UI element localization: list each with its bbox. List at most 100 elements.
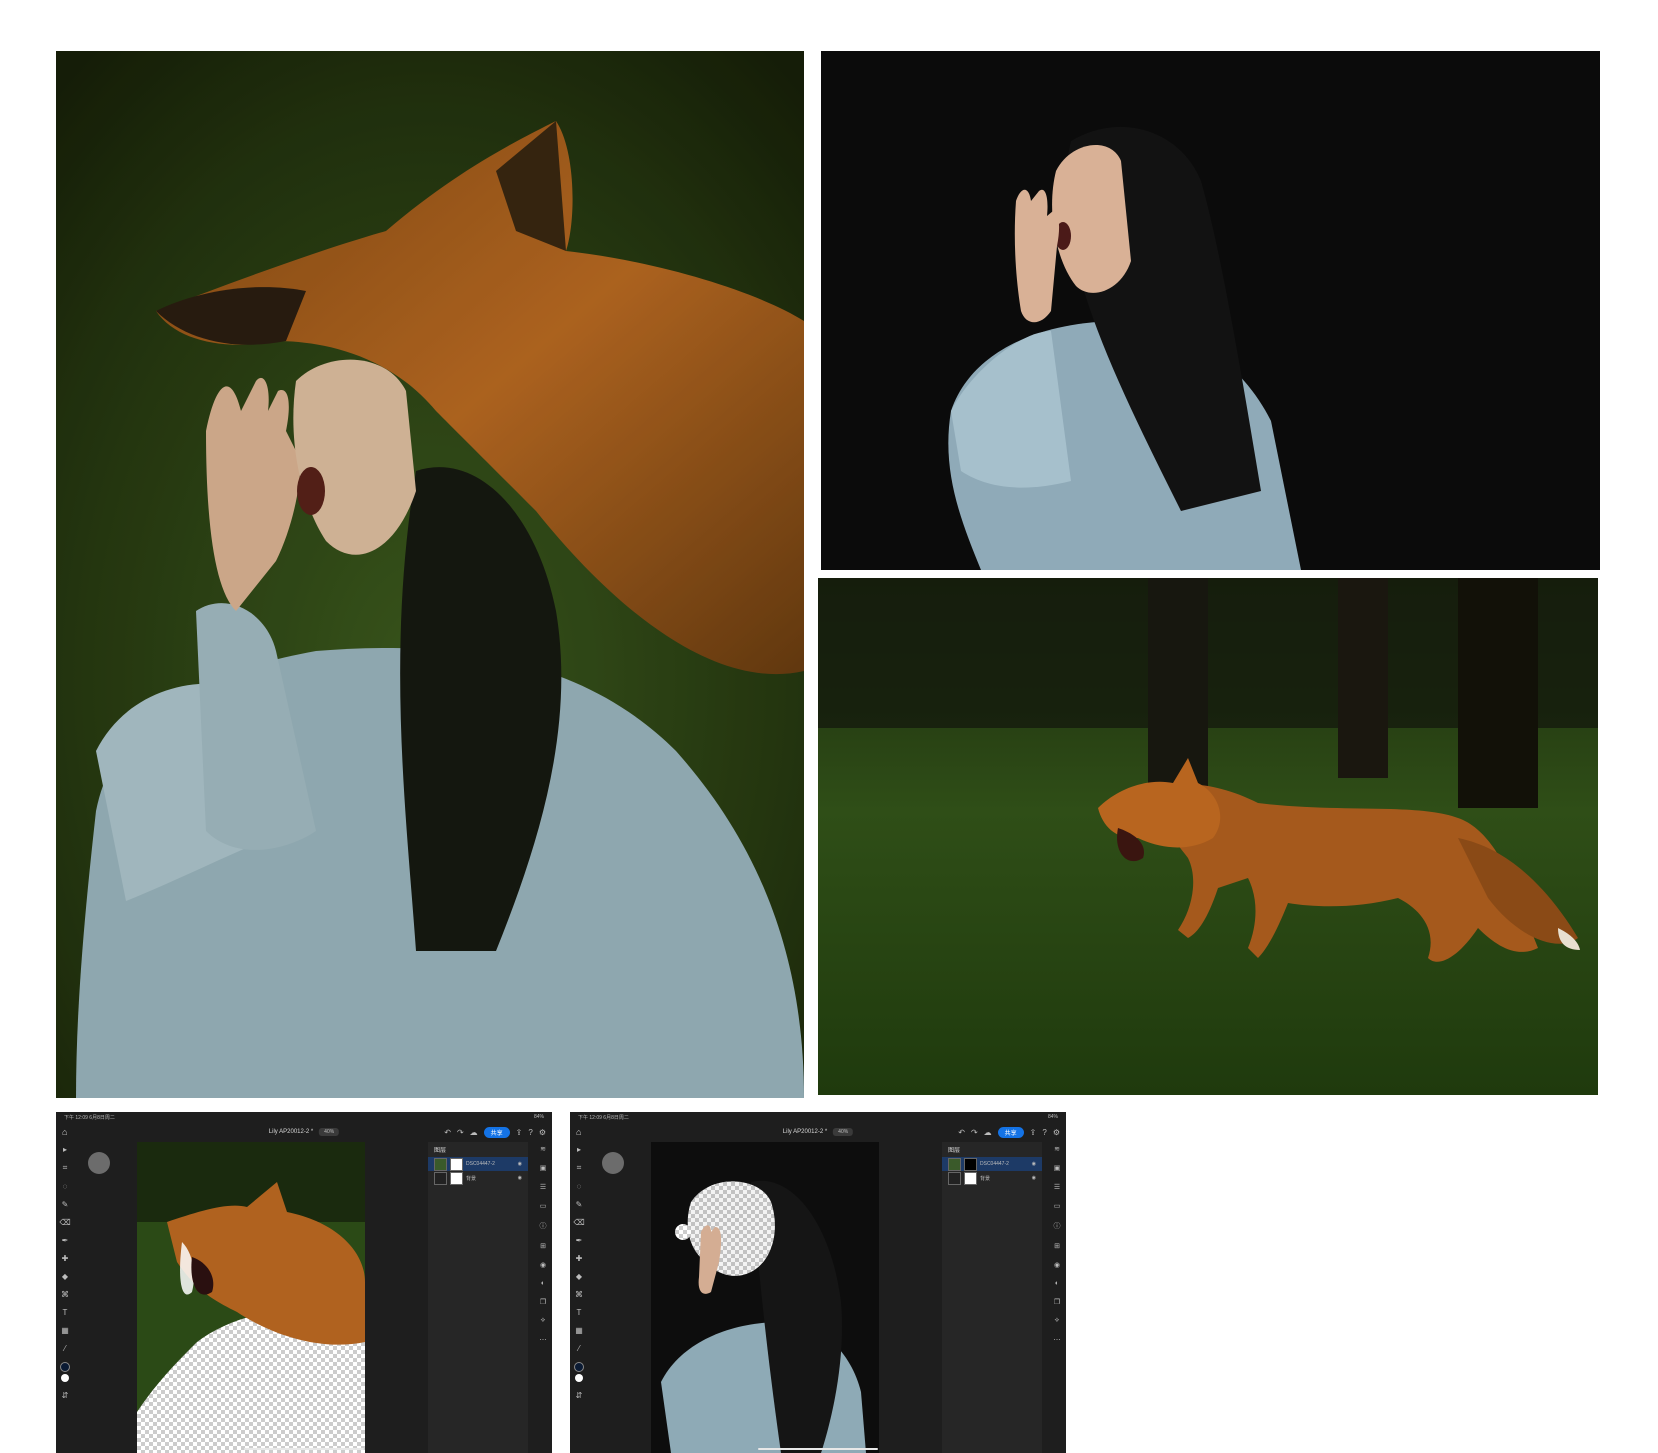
layer-mask-thumbnail: [964, 1171, 977, 1185]
status-date: 6月8日周二: [89, 1114, 115, 1121]
help-icon[interactable]: ?: [1042, 1128, 1046, 1137]
crop-tool-icon[interactable]: ⌘: [575, 1290, 583, 1299]
type-tool-icon[interactable]: T: [577, 1308, 582, 1317]
canvas[interactable]: [651, 1142, 879, 1453]
canvas[interactable]: [137, 1142, 365, 1453]
visibility-icon[interactable]: ◉: [540, 1261, 546, 1269]
export-icon[interactable]: ⇪: [1030, 1128, 1037, 1137]
adjustments-icon[interactable]: ☰: [1054, 1183, 1060, 1191]
layer-row[interactable]: 背景 ◉: [942, 1171, 1042, 1185]
background-color-swatch[interactable]: [575, 1374, 583, 1382]
place-image-icon[interactable]: ▦: [575, 1326, 583, 1335]
settings-gear-icon[interactable]: ⚙: [1053, 1128, 1060, 1137]
export-icon[interactable]: ⇪: [516, 1128, 523, 1137]
foreground-color-swatch[interactable]: [60, 1362, 70, 1372]
fill-tool-icon[interactable]: ◆: [62, 1272, 68, 1281]
foreground-color-swatch[interactable]: [574, 1362, 584, 1372]
visibility-eye-icon[interactable]: ◉: [1032, 1175, 1036, 1181]
visibility-eye-icon[interactable]: ◉: [518, 1175, 522, 1181]
home-indicator: [758, 1448, 878, 1450]
adjustments-icon[interactable]: ☰: [540, 1183, 546, 1191]
zoom-level[interactable]: 40%: [833, 1128, 854, 1136]
home-icon[interactable]: ⌂: [576, 1127, 586, 1137]
redo-icon[interactable]: ↷: [457, 1128, 464, 1137]
undo-icon[interactable]: ↶: [958, 1128, 965, 1137]
layers-panel-title: 图层: [434, 1148, 447, 1154]
layer-thumbnail: [948, 1157, 961, 1171]
lasso-tool-icon[interactable]: ◌: [577, 1182, 582, 1191]
add-layer-icon[interactable]: ⊞: [540, 1242, 546, 1250]
brush-tool-icon[interactable]: ✎: [576, 1200, 583, 1209]
background-color-swatch[interactable]: [61, 1374, 69, 1382]
adjust-icon[interactable]: ⇵: [576, 1391, 583, 1400]
layers-icon[interactable]: ≋: [540, 1145, 546, 1153]
document-title: Lily AP20012-2 *: [782, 1129, 828, 1135]
more-options-icon[interactable]: ⋯: [540, 1336, 547, 1344]
layer-thumbnail: [434, 1157, 447, 1171]
cloud-icon[interactable]: ☁: [984, 1128, 992, 1137]
adjust-icon[interactable]: ⇵: [62, 1391, 69, 1400]
transform-tool-icon[interactable]: ⌗: [63, 1163, 68, 1173]
settings-gear-icon[interactable]: ⚙: [539, 1128, 546, 1137]
pen-tool-icon[interactable]: ✒: [576, 1236, 583, 1245]
transform-tool-icon[interactable]: ⌗: [577, 1163, 582, 1173]
fox-source-photo: [818, 578, 1598, 1095]
layer-row[interactable]: 背景 ◉: [428, 1171, 528, 1185]
layer-row[interactable]: DSC04447-2 ◉: [428, 1157, 528, 1171]
move-tool-icon[interactable]: ▸: [63, 1145, 67, 1154]
help-icon[interactable]: ?: [528, 1128, 532, 1137]
zoom-level[interactable]: 40%: [319, 1128, 340, 1136]
mask-icon[interactable]: ◐: [541, 1280, 545, 1287]
more-options-icon[interactable]: ⋯: [1054, 1336, 1061, 1344]
eraser-tool-icon[interactable]: ⌫: [573, 1218, 584, 1227]
healing-tool-icon[interactable]: ✚: [576, 1254, 583, 1263]
status-date: 6月8日周二: [603, 1114, 629, 1121]
info-icon[interactable]: ⓘ: [540, 1221, 547, 1231]
layer-properties-icon[interactable]: ▣: [1054, 1164, 1061, 1172]
redo-icon[interactable]: ↷: [971, 1128, 978, 1137]
place-image-icon[interactable]: ▦: [61, 1326, 69, 1335]
duplicate-icon[interactable]: ❐: [1054, 1298, 1060, 1306]
layer-row[interactable]: DSC04447-2 ◉: [942, 1157, 1042, 1171]
fill-tool-icon[interactable]: ◆: [576, 1272, 582, 1281]
eyedropper-icon[interactable]: ⁄: [578, 1344, 579, 1353]
brush-size-indicator[interactable]: [88, 1152, 110, 1174]
layers-icon[interactable]: ≋: [1054, 1145, 1060, 1153]
top-bar: ⌂ Lily AP20012-2 * 40% ↶ ↷ ☁ 共享 ⇪ ? ⚙: [56, 1122, 552, 1142]
add-layer-icon[interactable]: ⊞: [1054, 1242, 1060, 1250]
left-toolbar: ▸ ⌗ ◌ ✎ ⌫ ✒ ✚ ◆ ⌘ T ▦ ⁄ ⇵: [570, 1142, 588, 1453]
brush-size-indicator[interactable]: [602, 1152, 624, 1174]
share-button[interactable]: 共享: [483, 1126, 510, 1138]
info-icon[interactable]: ⓘ: [1054, 1221, 1061, 1231]
brush-tool-icon[interactable]: ✎: [62, 1200, 69, 1209]
comments-icon[interactable]: ▭: [1054, 1202, 1061, 1210]
document-title-area[interactable]: Lily AP20012-2 * 40%: [269, 1128, 340, 1136]
duplicate-icon[interactable]: ❐: [540, 1298, 546, 1306]
document-title-area[interactable]: Lily AP20012-2 * 40%: [782, 1128, 854, 1136]
share-button[interactable]: 共享: [997, 1126, 1024, 1138]
layers-panel-title: 图层: [948, 1148, 961, 1154]
layer-name: DSC04447-2: [980, 1161, 1009, 1167]
mask-icon[interactable]: ◐: [1055, 1280, 1059, 1287]
layer-properties-icon[interactable]: ▣: [540, 1164, 547, 1172]
lasso-tool-icon[interactable]: ◌: [63, 1182, 68, 1191]
visibility-eye-icon[interactable]: ◉: [518, 1161, 522, 1167]
pen-tool-icon[interactable]: ✒: [62, 1236, 69, 1245]
crop-tool-icon[interactable]: ⌘: [61, 1290, 69, 1299]
status-time: 下午 12:09: [578, 1114, 602, 1121]
cloud-icon[interactable]: ☁: [470, 1128, 478, 1137]
eraser-tool-icon[interactable]: ⌫: [59, 1218, 70, 1227]
photoshop-ipad-screenshot-left: 下午 12:09 6月8日周二 84% ⌂ Lily AP20012-2 * 4…: [56, 1112, 552, 1453]
status-bar: 下午 12:09 6月8日周二 84%: [56, 1112, 552, 1122]
move-tool-icon[interactable]: ▸: [577, 1145, 581, 1154]
comments-icon[interactable]: ▭: [540, 1202, 547, 1210]
eyedropper-icon[interactable]: ⁄: [64, 1344, 65, 1353]
home-icon[interactable]: ⌂: [62, 1127, 72, 1137]
type-tool-icon[interactable]: T: [63, 1308, 68, 1317]
fx-icon[interactable]: ⟡: [1055, 1317, 1060, 1325]
fx-icon[interactable]: ⟡: [541, 1317, 546, 1325]
undo-icon[interactable]: ↶: [444, 1128, 451, 1137]
visibility-icon[interactable]: ◉: [1054, 1261, 1060, 1269]
healing-tool-icon[interactable]: ✚: [62, 1254, 69, 1263]
visibility-eye-icon[interactable]: ◉: [1032, 1161, 1036, 1167]
